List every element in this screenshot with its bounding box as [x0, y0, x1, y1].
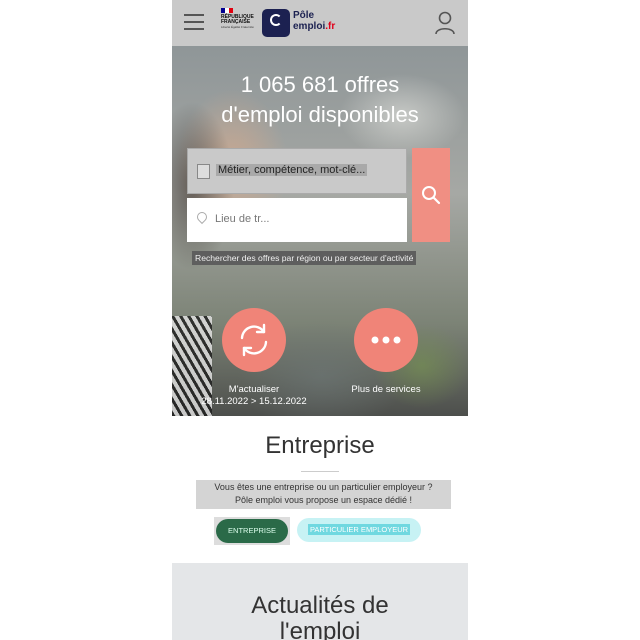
news-section: Actualités de l'emploi [172, 563, 468, 640]
user-account-icon[interactable] [434, 11, 456, 35]
refresh-icon [240, 323, 268, 357]
location-pin-icon [194, 209, 210, 225]
keyword-icon [197, 164, 210, 179]
top-header: RÉPUBLIQUE FRANÇAISE Liberté Égalité Fra… [172, 0, 468, 47]
region-sector-search-link[interactable]: Rechercher des offres par région ou par … [192, 251, 417, 265]
brand-name: Pôle emploi.fr [293, 10, 336, 32]
search-icon [422, 186, 441, 205]
pole-emploi-logo[interactable] [262, 9, 290, 37]
entreprise-description: Vous êtes une entreprise ou un particuli… [196, 480, 451, 509]
update-status-label: M'actualiser 28.11.2022 > 15.12.2022 [201, 384, 307, 407]
job-offers-count: 1 065 681 offres d'emploi disponibles [221, 72, 419, 127]
news-heading: Actualités de l'emploi [251, 592, 389, 640]
more-services-label: Plus de services [351, 384, 421, 395]
entreprise-heading: Entreprise [265, 432, 375, 459]
more-dots-icon [371, 336, 401, 344]
search-button[interactable] [412, 148, 450, 242]
job-search-input[interactable]: Métier, compétence, mot-clé... [187, 148, 407, 194]
update-status-button[interactable] [222, 308, 286, 372]
more-services-button[interactable] [354, 308, 418, 372]
mobile-viewport: RÉPUBLIQUE FRANÇAISE Liberté Égalité Fra… [172, 0, 468, 640]
hamburger-menu-icon[interactable] [184, 14, 204, 30]
republique-francaise-logo: RÉPUBLIQUE FRANÇAISE Liberté Égalité Fra… [221, 8, 257, 38]
particulier-employeur-button[interactable]: PARTICULIER EMPLOYEUR [297, 518, 421, 542]
location-input[interactable]: Lieu de tr... [187, 198, 407, 242]
entreprise-button[interactable]: ENTREPRISE [214, 517, 290, 545]
hero-banner: 1 065 681 offres d'emploi disponibles Mé… [172, 46, 468, 416]
divider [301, 471, 339, 472]
